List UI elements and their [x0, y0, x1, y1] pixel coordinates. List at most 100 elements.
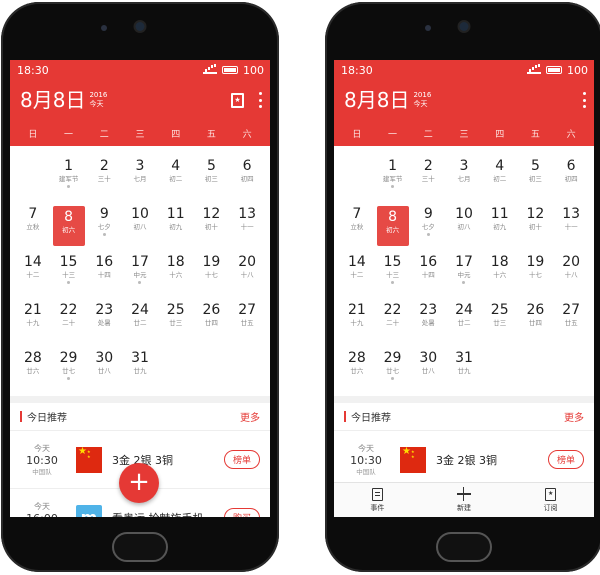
day-cell[interactable]: 18 十六 [482, 252, 518, 300]
day-number: 10 [455, 206, 473, 222]
day-cell[interactable]: 20 十八 [553, 252, 589, 300]
day-cell[interactable]: 5 初三 [194, 156, 230, 204]
day-cell[interactable]: 10 初八 [122, 204, 158, 252]
calendar-header: 8月8日 2016 今天 [334, 80, 594, 120]
day-cell[interactable]: 17 中元 [122, 252, 158, 300]
day-cell[interactable]: 12 初十 [194, 204, 230, 252]
day-cell[interactable]: 14 十二 [339, 252, 375, 300]
day-cell[interactable]: 5 初三 [518, 156, 554, 204]
day-number: 30 [95, 350, 114, 366]
day-cell[interactable]: 10 初八 [446, 204, 482, 252]
day-cell[interactable]: 6 初四 [229, 156, 265, 204]
day-cell-today[interactable]: 8 初六 [375, 204, 411, 252]
recommend-action-button[interactable]: 榜单 [547, 450, 584, 469]
day-cell[interactable]: 6 初四 [553, 156, 589, 204]
day-cell[interactable]: 23 处暑 [86, 300, 122, 348]
date-display[interactable]: 8月8日 2016 今天 [20, 89, 107, 111]
day-cell[interactable]: 28 廿六 [15, 348, 51, 396]
tab-events[interactable]: 事件 [334, 483, 421, 517]
signal-icon [527, 66, 541, 74]
day-cell-today[interactable]: 8 初六 [51, 204, 87, 252]
recommend-text: 看奥运 抢魅族手机 [112, 510, 224, 518]
day-cell[interactable]: 15 十三 [375, 252, 411, 300]
tab-new[interactable]: 新建 [421, 483, 508, 517]
day-cell[interactable]: 14 十二 [15, 252, 51, 300]
date-display[interactable]: 8月8日 2016 今天 [344, 89, 431, 111]
tab-subscribe[interactable]: ★ 订阅 [507, 483, 594, 517]
day-cell[interactable]: 22 二十 [51, 300, 87, 348]
day-cell[interactable]: 3 七月 [122, 156, 158, 204]
recommend-title: 今日推荐 [344, 409, 391, 424]
home-button[interactable] [436, 532, 492, 562]
lunar-date: 十八 [240, 271, 254, 279]
bookmark-icon[interactable]: ★ [231, 92, 244, 108]
day-cell[interactable]: 9 七夕 [410, 204, 446, 252]
status-time: 18:30 [17, 63, 49, 77]
lunar-date: 七夕 [97, 223, 111, 231]
day-cell[interactable]: 29 廿七 [51, 348, 87, 396]
battery-level: 100 [567, 63, 588, 77]
day-cell[interactable]: 13 十一 [553, 204, 589, 252]
weekday-label: 五 [206, 129, 216, 140]
day-cell[interactable]: 24 廿二 [446, 300, 482, 348]
day-cell[interactable]: 23 处暑 [410, 300, 446, 348]
day-cell[interactable]: 27 廿五 [229, 300, 265, 348]
day-cell[interactable]: 17 中元 [446, 252, 482, 300]
day-cell[interactable]: 19 十七 [518, 252, 554, 300]
recommend-action-button[interactable]: 榜单 [223, 450, 260, 469]
day-cell[interactable]: 29 廿七 [375, 348, 411, 396]
day-cell[interactable]: 27 廿五 [553, 300, 589, 348]
day-number: 17 [455, 254, 473, 270]
recommend-more-link[interactable]: 更多 [564, 409, 584, 424]
lunar-date: 三十 [421, 175, 435, 183]
day-cell[interactable]: 16 十四 [410, 252, 446, 300]
weekday-row: 日一二三四五六 [334, 120, 594, 146]
day-cell[interactable]: 7 立秋 [339, 204, 375, 252]
recommend-more-link[interactable]: 更多 [240, 409, 260, 424]
day-cell[interactable]: 21 十九 [339, 300, 375, 348]
day-cell[interactable]: 31 廿九 [446, 348, 482, 396]
day-cell[interactable]: 25 廿三 [158, 300, 194, 348]
day-cell[interactable]: 11 初九 [482, 204, 518, 252]
lunar-date: 廿三 [169, 319, 183, 327]
day-cell[interactable]: 15 十三 [51, 252, 87, 300]
day-cell[interactable]: 20 十八 [229, 252, 265, 300]
recommend-title: 今日推荐 [20, 409, 67, 424]
day-cell[interactable]: 11 初九 [158, 204, 194, 252]
plus-icon [456, 487, 471, 501]
day-cell[interactable]: 28 廿六 [339, 348, 375, 396]
day-cell[interactable]: 9 七夕 [86, 204, 122, 252]
home-button[interactable] [112, 532, 168, 562]
day-number: 9 [99, 206, 109, 222]
day-cell[interactable]: 12 初十 [518, 204, 554, 252]
more-menu-icon[interactable] [258, 92, 262, 108]
day-cell[interactable]: 1 建军节 [375, 156, 411, 204]
day-cell[interactable]: 3 七月 [446, 156, 482, 204]
day-cell[interactable]: 4 初二 [482, 156, 518, 204]
day-cell[interactable]: 7 立秋 [15, 204, 51, 252]
day-cell[interactable]: 4 初二 [158, 156, 194, 204]
more-menu-icon[interactable] [582, 92, 586, 108]
recommend-item[interactable]: 今天10:30中国队 3金 2银 3铜 榜单 [334, 431, 594, 489]
day-cell[interactable]: 30 廿八 [86, 348, 122, 396]
day-cell[interactable]: 25 廿三 [482, 300, 518, 348]
day-cell[interactable]: 16 十四 [86, 252, 122, 300]
day-number: 8 [64, 209, 74, 225]
day-cell[interactable]: 24 廿二 [122, 300, 158, 348]
day-cell[interactable]: 30 廿八 [410, 348, 446, 396]
day-cell[interactable]: 31 廿九 [122, 348, 158, 396]
day-cell[interactable]: 2 三十 [410, 156, 446, 204]
day-cell[interactable]: 13 十一 [229, 204, 265, 252]
day-cell[interactable]: 18 十六 [158, 252, 194, 300]
day-cell[interactable]: 22 二十 [375, 300, 411, 348]
recommend-action-button[interactable]: 购买 [223, 508, 260, 517]
recommend-clock: 16:00 [26, 512, 58, 518]
day-cell[interactable]: 2 三十 [86, 156, 122, 204]
day-cell[interactable]: 21 十九 [15, 300, 51, 348]
day-cell[interactable]: 26 廿四 [518, 300, 554, 348]
day-cell[interactable]: 1 建军节 [51, 156, 87, 204]
day-cell[interactable]: 26 廿四 [194, 300, 230, 348]
add-event-fab[interactable]: + [119, 463, 159, 503]
day-number: 11 [166, 206, 185, 222]
day-cell[interactable]: 19 十七 [194, 252, 230, 300]
